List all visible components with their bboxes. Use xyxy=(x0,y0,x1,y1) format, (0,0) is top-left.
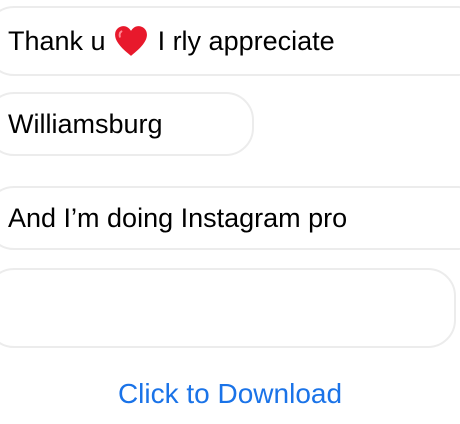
message-text: Williamsburg xyxy=(8,108,163,139)
red-heart-icon xyxy=(114,26,147,56)
message-bubble[interactable]: And I’m doing Instagram pro xyxy=(0,186,460,250)
message-bubble[interactable]: Williamsburg xyxy=(0,92,254,156)
message-bubble-empty[interactable] xyxy=(0,268,456,348)
message-text: I rly appreciate xyxy=(157,25,335,56)
message-text: And I’m doing Instagram pro xyxy=(8,202,348,233)
chat-view: Thank u I rly appreciate Williamsburg An… xyxy=(0,0,460,424)
message-text: Thank u xyxy=(8,25,106,56)
message-bubble[interactable]: Thank u I rly appreciate xyxy=(0,6,460,76)
download-link[interactable]: Click to Download xyxy=(0,378,460,410)
